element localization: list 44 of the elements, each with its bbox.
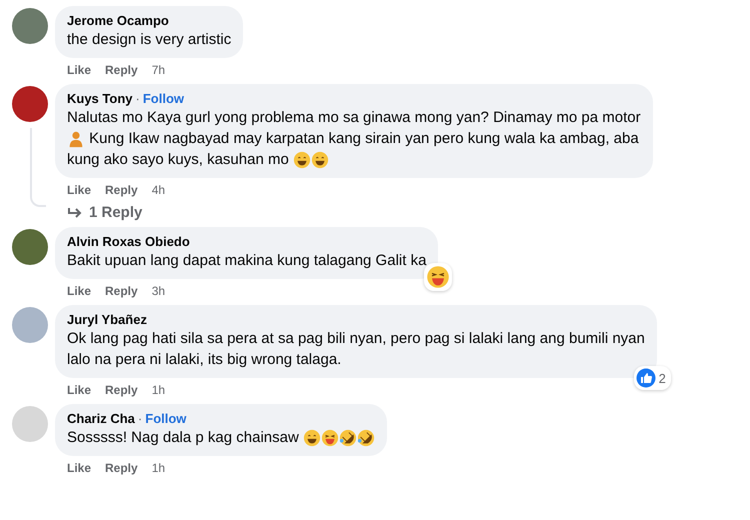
grinning-emoji-icon	[302, 428, 321, 446]
reply-link[interactable]: Reply	[105, 182, 138, 198]
laughing-emoji-icon	[320, 428, 339, 446]
avatar[interactable]	[12, 8, 48, 44]
laughing-emoji-icon	[426, 265, 450, 289]
reply-arrow-icon	[67, 206, 83, 218]
reply-link[interactable]: Reply	[105, 460, 138, 476]
like-link[interactable]: Like	[67, 182, 92, 198]
grinning-emoji-icon	[292, 150, 311, 168]
person-emoji-icon	[67, 130, 85, 148]
comment-time[interactable]: 1h	[152, 460, 166, 476]
like-link[interactable]: Like	[67, 62, 92, 78]
separator-dot: ·	[136, 90, 140, 107]
grinning-emoji-icon	[310, 150, 329, 168]
author-name[interactable]: Juryl Ybañez	[67, 311, 147, 328]
reaction-badge[interactable]: 2	[634, 366, 671, 390]
reaction-count: 2	[658, 370, 667, 386]
reply-link[interactable]: Reply	[105, 283, 138, 299]
separator-dot: ·	[138, 410, 142, 427]
comment-text: the design is very artistic	[67, 30, 232, 50]
comment-text: Nalutas mo Kaya gurl yong problema mo sa ginawa mong yan? Dinamay mo pa motor Kung Ikaw nagbayad may karpatan kang sirain yan pero kung wala ka ambag, aba kung ako sayo kuys, kasuhan mo	[67, 108, 641, 170]
like-reaction-icon	[636, 368, 656, 388]
author-name[interactable]: Kuys Tony	[67, 90, 132, 107]
avatar[interactable]	[12, 86, 48, 122]
comment-time[interactable]: 3h	[152, 283, 166, 299]
author-name[interactable]: Chariz Cha	[67, 410, 135, 427]
reply-link[interactable]: Reply	[105, 382, 138, 398]
rolling-laughing-emoji-icon	[356, 428, 375, 446]
follow-link[interactable]: Follow	[142, 90, 184, 107]
follow-link[interactable]: Follow	[145, 410, 186, 427]
reply-link[interactable]: Reply	[105, 62, 138, 78]
like-link[interactable]: Like	[67, 283, 92, 299]
comment-time[interactable]: 1h	[152, 382, 166, 398]
avatar[interactable]	[12, 229, 48, 265]
comment-text: Sosssss! Nag dala p kag chainsaw	[67, 427, 375, 448]
rolling-laughing-emoji-icon	[338, 428, 357, 446]
author-name[interactable]: Jerome Ocampo	[67, 12, 169, 29]
comment-text: Bakit upuan lang dapat makina kung talagang Galit ka	[67, 251, 426, 271]
author-name[interactable]: Alvin Roxas Obiedo	[67, 233, 190, 250]
like-link[interactable]: Like	[67, 382, 92, 398]
view-replies-link[interactable]: 1 Reply	[67, 204, 142, 221]
comment-time[interactable]: 7h	[152, 62, 166, 78]
comment-time[interactable]: 4h	[152, 182, 166, 198]
like-link[interactable]: Like	[67, 460, 92, 476]
